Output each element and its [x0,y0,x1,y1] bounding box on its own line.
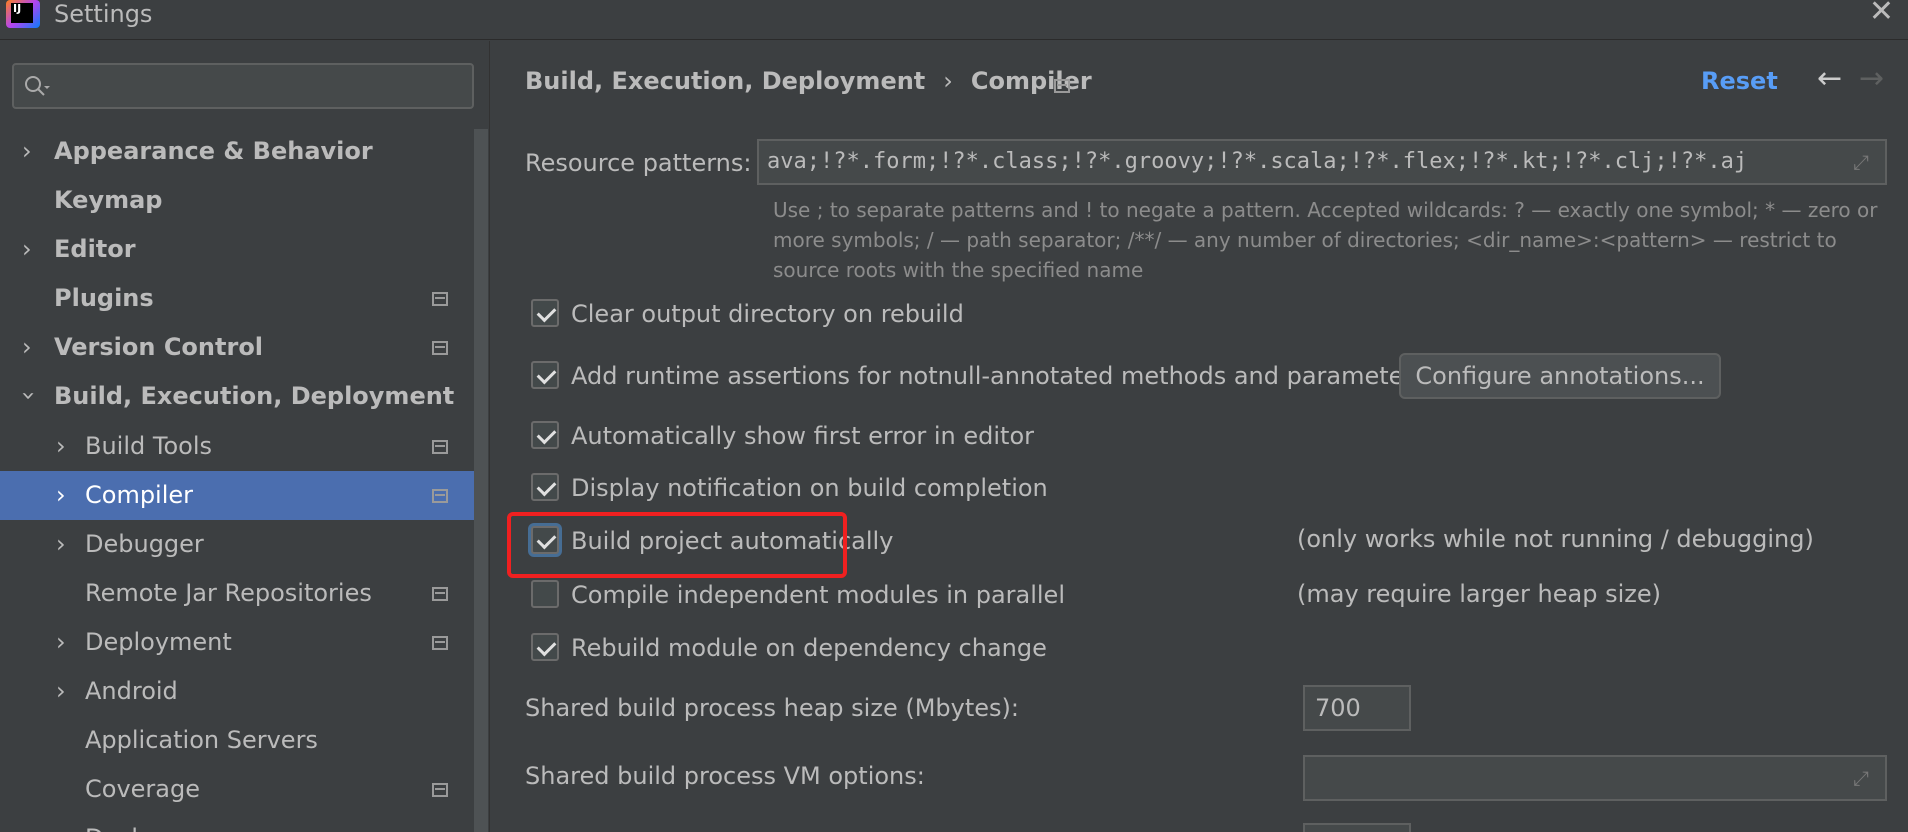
sidebar-item-version-control[interactable]: › Version Control [0,323,474,372]
project-level-icon [432,635,448,650]
resource-patterns-input[interactable]: ava;!?*.form;!?*.class;!?*.groovy;!?*.sc… [757,139,1887,185]
sidebar-item-plugins[interactable]: Plugins [0,274,474,323]
sidebar-item-label: Keymap [54,186,163,215]
partial-input-field[interactable] [1303,823,1411,832]
sidebar-item-debugger[interactable]: › Debugger [0,520,474,569]
resource-patterns-hint: Use ; to separate patterns and ! to nega… [773,198,1878,282]
clear-output-label: Clear output directory on rebuild [571,300,964,328]
sidebar-item-label: Build, Execution, Deployment [54,382,455,411]
compiler-settings-panel: Build, Execution, Deployment › Compiler Re… [491,41,1908,832]
window-title: Settings [54,0,153,28]
intellij-app-icon: IJ [6,0,40,28]
title-bar: IJ Settings ✕ [0,0,1908,40]
sidebar-item-label: Application Servers [85,726,318,755]
sidebar-item-build-tools[interactable]: › Build Tools [0,422,474,471]
sidebar-item-editor[interactable]: › Editor [0,225,474,274]
sidebar-item-label: Compiler [85,480,194,509]
heap-size-label: Shared build process heap size (Mbytes): [525,694,1019,722]
project-level-icon [432,341,448,356]
highlight-box [507,512,847,578]
runtime-assertions-label: Add runtime assertions for notnull-annot… [571,362,1426,390]
show-first-error-label: Automatically show first error in editor [571,422,1035,450]
parallel-compile-note: (may require larger heap size) [1297,580,1661,608]
sidebar-item-label: Debugger [85,529,204,558]
breadcrumb-separator: › [943,67,953,95]
chevron-down-icon: › [15,391,43,402]
resource-patterns-value: ava;!?*.form;!?*.class;!?*.groovy;!?*.sc… [767,149,1748,174]
sidebar-item-deployment[interactable]: › Deployment [0,618,474,667]
project-level-icon [432,783,448,798]
sidebar-item-coverage[interactable]: Coverage [0,765,474,814]
configure-annotations-button[interactable]: Configure annotations... [1399,353,1721,399]
chevron-right-icon: › [22,137,32,165]
reset-link[interactable]: Reset [1701,67,1778,95]
clear-output-checkbox[interactable] [531,299,559,327]
chevron-right-icon: › [22,333,32,362]
search-input[interactable] [12,63,474,109]
runtime-assertions-checkbox[interactable] [531,361,559,389]
chevron-right-icon: › [56,814,76,832]
show-first-error-checkbox[interactable] [531,421,559,449]
sidebar-item-label: Coverage [85,775,200,804]
breadcrumb-current: Compiler [970,67,1092,95]
vm-options-input[interactable]: ⤢ [1303,755,1887,801]
chevron-right-icon: › [56,480,66,509]
sidebar-item-build-execution-deployment[interactable]: › Build, Execution, Deployment [0,372,474,421]
sidebar-item-docker[interactable]: › Docker [0,814,474,832]
expand-icon[interactable]: ⤢ [1853,151,1875,173]
breadcrumb: Build, Execution, Deployment › Compiler [525,67,1092,95]
parallel-compile-checkbox[interactable] [531,580,559,608]
sidebar-item-label: Docker [85,814,169,832]
heap-size-input[interactable]: 700 [1303,685,1411,731]
sidebar-item-label: Version Control [54,333,264,362]
sidebar-scrollbar[interactable] [474,129,488,832]
sidebar-item-label: Appearance & Behavior [54,137,373,165]
project-level-icon [432,488,448,503]
project-level-icon [432,292,448,307]
breadcrumb-parent[interactable]: Build, Execution, Deployment [525,67,925,95]
search-icon [25,76,50,96]
sidebar-item-compiler[interactable]: › Compiler [0,470,474,520]
settings-tree: › Appearance & Behavior Keymap › Editor … [0,127,474,832]
chevron-right-icon: › [56,627,66,656]
sidebar-item-appearance[interactable]: › Appearance & Behavior [0,127,474,176]
chevron-right-icon: › [22,235,32,264]
sidebar-item-remote-jar-repositories[interactable]: Remote Jar Repositories [0,569,474,618]
project-level-icon [432,586,448,601]
sidebar-item-label: Remote Jar Repositories [85,578,372,607]
close-icon[interactable]: ✕ [1869,0,1894,27]
project-level-icon [1054,79,1070,93]
arrow-right-icon: → [1859,61,1885,96]
sidebar-item-label: Android [85,677,178,706]
sidebar-item-label: Build Tools [85,431,212,460]
parallel-compile-label: Compile independent modules in parallel [571,581,1065,609]
build-automatically-note: (only works while not running / debuggin… [1297,525,1814,553]
sidebar-item-application-servers[interactable]: Application Servers [0,716,474,765]
chevron-right-icon: › [56,431,66,460]
rebuild-on-dependency-checkbox[interactable] [531,633,559,661]
sidebar-item-keymap[interactable]: Keymap [0,176,474,225]
chevron-right-icon: › [56,529,66,558]
vm-options-label: Shared build process VM options: [525,762,925,790]
chevron-right-icon: › [56,677,66,706]
sidebar-item-label: Deployment [85,627,232,656]
settings-sidebar: › Appearance & Behavior Keymap › Editor … [0,41,490,832]
build-notification-label: Display notification on build completion [571,474,1048,502]
project-level-icon [432,439,448,454]
sidebar-item-android[interactable]: › Android [0,667,474,716]
expand-icon[interactable]: ⤢ [1853,767,1875,789]
sidebar-item-label: Plugins [54,284,154,313]
app-icon-text: IJ [11,3,33,23]
arrow-left-icon[interactable]: ← [1817,61,1842,96]
sidebar-item-label: Editor [54,235,136,264]
build-notification-checkbox[interactable] [531,473,559,501]
rebuild-on-dependency-label: Rebuild module on dependency change [571,634,1047,662]
resource-patterns-label: Resource patterns: [525,149,752,177]
